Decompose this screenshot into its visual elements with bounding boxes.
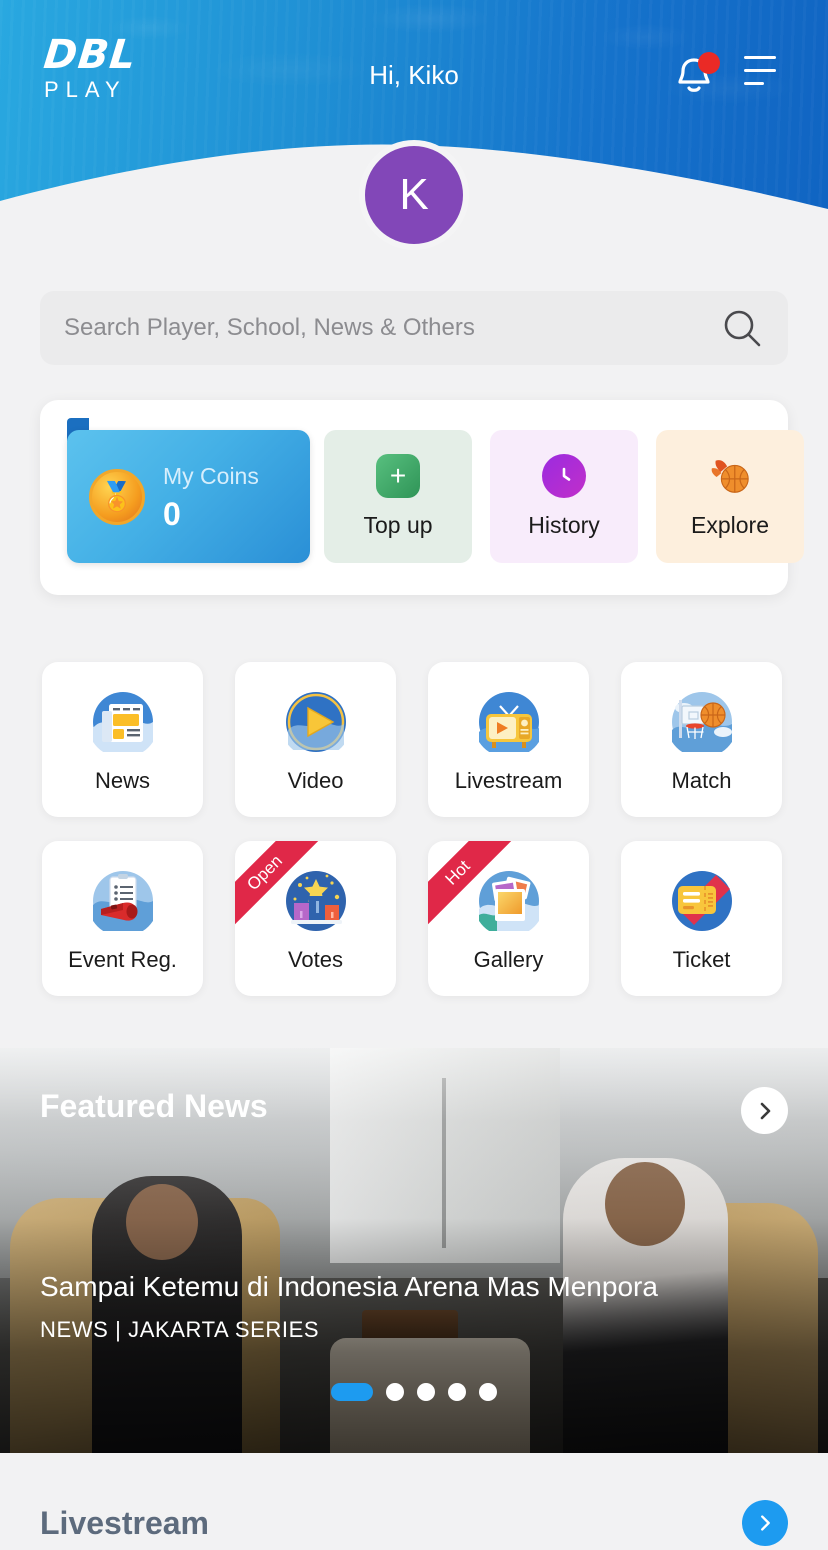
featured-news-next-button[interactable] <box>741 1087 788 1134</box>
avatar[interactable]: K <box>359 140 469 250</box>
livestream-title: Livestream <box>40 1504 209 1541</box>
clock-icon <box>542 454 586 498</box>
tv-icon <box>473 686 545 758</box>
menu-grid-row-1: News Video Livestream Match <box>42 662 786 817</box>
menu-tile-label: Votes <box>287 946 344 972</box>
carousel-dot-2[interactable] <box>386 1383 404 1401</box>
hamburger-line-3 <box>744 82 764 85</box>
history-label: History <box>528 512 600 538</box>
menu-tile-video[interactable]: Video <box>235 662 396 817</box>
carousel-dot-1[interactable] <box>331 1383 373 1401</box>
menu-tile-label: Livestream <box>454 767 563 793</box>
photos-icon <box>473 865 545 937</box>
menu-tile-news[interactable]: News <box>42 662 203 817</box>
menu-tile-votes[interactable]: Open Votes <box>235 841 396 996</box>
featured-news-banner[interactable]: Featured News Sampai Ketemu di Indonesia… <box>0 1048 828 1453</box>
menu-tile-label: Video <box>287 767 344 793</box>
explore-label: Explore <box>691 512 769 538</box>
coins-card: 🏅 My Coins 0 + Top up History Explore <box>40 400 804 595</box>
video-play-icon <box>280 686 352 758</box>
hamburger-menu-icon <box>744 56 776 59</box>
whistle-icon <box>87 865 159 937</box>
basketball-icon <box>708 454 752 498</box>
livestream-next-button[interactable] <box>742 1500 788 1546</box>
carousel-dot-5[interactable] <box>479 1383 497 1401</box>
hamburger-line-2 <box>744 69 776 72</box>
menu-tile-label: Match <box>671 767 732 793</box>
hamburger-menu-button[interactable] <box>744 56 784 92</box>
chevron-right-icon <box>760 1102 770 1119</box>
avatar-initial: K <box>365 146 463 244</box>
featured-news-headline[interactable]: Sampai Ketemu di Indonesia Arena Mas Men… <box>40 1271 780 1303</box>
menu-tile-ticket[interactable]: Ticket <box>621 841 782 996</box>
menu-tile-label: News <box>94 767 150 793</box>
coin-icon: 🏅 <box>89 468 145 525</box>
menu-tile-match[interactable]: Match <box>621 662 782 817</box>
menu-tile-livestream[interactable]: Livestream <box>428 662 589 817</box>
ticket-icon <box>666 865 738 937</box>
notification-button[interactable] <box>672 52 720 100</box>
menu-tile-label: Gallery <box>473 946 544 972</box>
notification-badge <box>698 52 720 74</box>
carousel-dots[interactable] <box>0 1383 828 1401</box>
livestream-section-header: Livestream <box>40 1500 788 1546</box>
featured-news-meta: NEWS | JAKARTA SERIES <box>40 1317 320 1342</box>
menu-tile-gallery[interactable]: Hot Gallery <box>428 841 589 996</box>
search-bar[interactable]: Search Player, School, News & Others <box>40 291 788 365</box>
menu-tile-label: Ticket <box>672 946 731 972</box>
app-screen: DBL PLAY Hi, Kiko K Search Player, Schoo… <box>0 0 828 1550</box>
explore-button[interactable]: Explore <box>656 430 804 563</box>
topup-label: Top up <box>363 512 433 538</box>
menu-grid-row-2: Event Reg. Open Votes Hot Gallery Ticket <box>42 841 786 996</box>
my-coins-label: My Coins <box>163 463 259 490</box>
chevron-right-icon <box>761 1515 770 1531</box>
menu-grid: News Video Livestream Match Event Reg. O… <box>42 662 786 1020</box>
plus-icon: + <box>376 454 420 498</box>
featured-news-title: Featured News <box>40 1088 268 1124</box>
search-icon[interactable] <box>720 306 764 350</box>
carousel-dot-4[interactable] <box>448 1383 466 1401</box>
menu-tile-label: Event Reg. <box>68 946 177 972</box>
topup-button[interactable]: + Top up <box>324 430 472 563</box>
history-button[interactable]: History <box>490 430 638 563</box>
hoop-icon <box>666 686 738 758</box>
my-coins-value: 0 <box>163 495 181 532</box>
search-input[interactable]: Search Player, School, News & Others <box>64 314 720 342</box>
carousel-dot-3[interactable] <box>417 1383 435 1401</box>
my-coins-panel[interactable]: 🏅 My Coins 0 <box>67 430 310 563</box>
podium-icon <box>280 865 352 937</box>
news-icon <box>87 686 159 758</box>
menu-tile-event-reg[interactable]: Event Reg. <box>42 841 203 996</box>
